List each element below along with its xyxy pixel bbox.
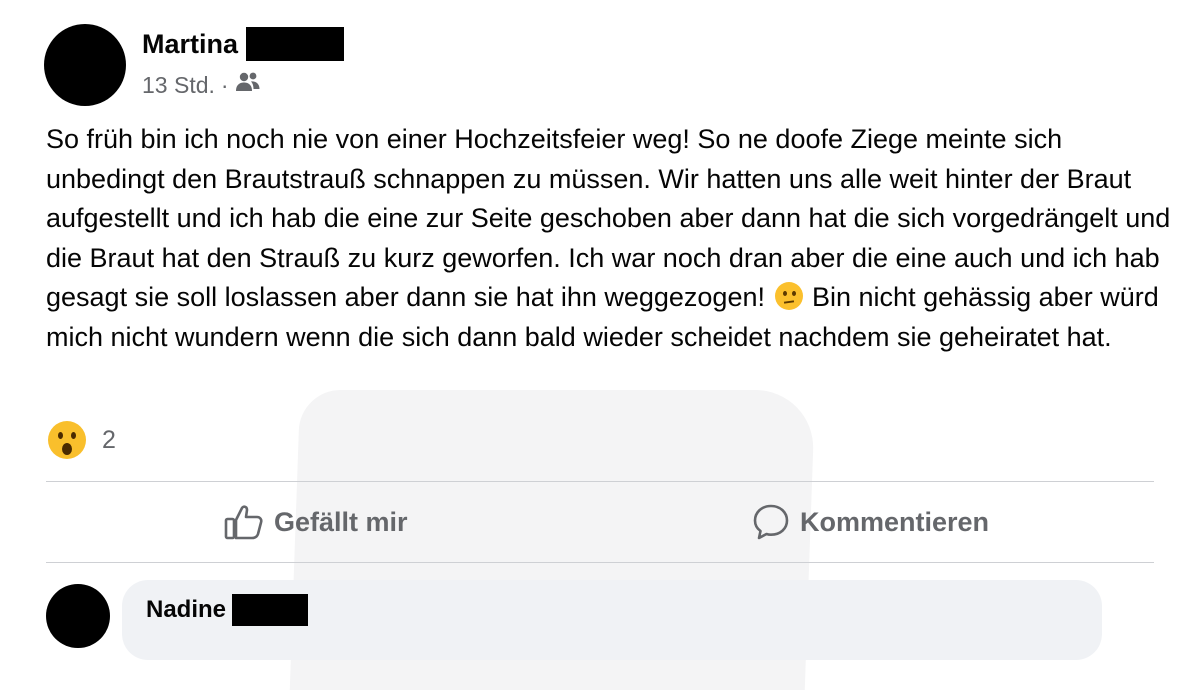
author-avatar[interactable] [44,24,126,106]
divider-bottom [46,562,1154,563]
like-button[interactable]: Gefällt mir [224,498,408,546]
post-text: So früh bin ich noch nie von einer Hochz… [46,120,1171,357]
divider-top [46,481,1154,482]
friends-icon [235,71,261,99]
post-meta: 13 Std. · [142,70,261,100]
redaction-bar [232,594,309,626]
comment-label: Kommentieren [800,506,990,537]
comment-author: Nadine [146,594,309,626]
reaction-count: 2 [102,425,116,454]
post-author: Martina [142,26,345,62]
wow-face-icon [48,421,86,459]
post-timestamp[interactable]: 13 Std. [142,72,215,99]
author-name[interactable]: Martina [142,29,238,60]
redaction-bar [246,27,345,61]
thumbs-up-icon [224,505,263,540]
speech-bubble-icon [753,504,789,540]
meta-separator: · [220,71,229,98]
comment-button[interactable]: Kommentieren [752,498,989,546]
commenter-name[interactable]: Nadine [146,596,226,624]
commenter-avatar[interactable] [46,584,110,648]
confused-face-icon [774,282,803,310]
reactions-summary[interactable]: 2 [48,420,116,460]
like-label: Gefällt mir [274,506,408,537]
